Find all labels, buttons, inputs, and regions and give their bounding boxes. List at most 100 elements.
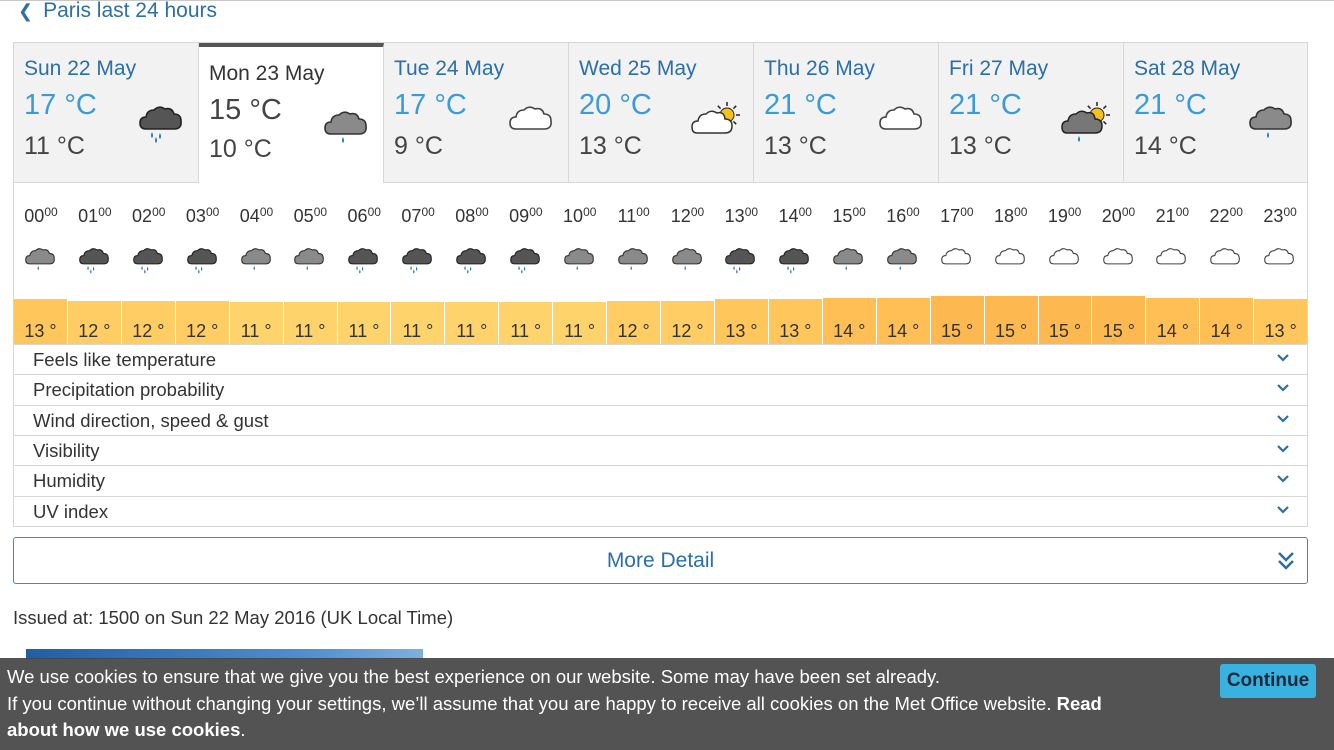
cookie-text-line2: If you continue without changing your se… [7, 693, 1102, 715]
heavy-rain-cloud-icon [136, 99, 188, 145]
section-toggle[interactable]: Wind direction, speed & gust [14, 405, 1307, 435]
day-tab-date: Wed 25 May [579, 57, 697, 80]
hour-label-minutes: 00 [152, 205, 166, 219]
hour-label: 1900 [1038, 205, 1092, 227]
hour-label-hours: 21 [1155, 206, 1176, 226]
cloud-icon [876, 99, 928, 145]
hour-label-minutes: 00 [259, 205, 274, 219]
cookie-read-link-part2[interactable]: about how we use cookies [7, 719, 240, 740]
light-rain-cloud-icon [21, 243, 61, 275]
day-tab-date: Fri 27 May [949, 57, 1049, 80]
hour-temperature: 12 ° [175, 300, 229, 344]
hour-label-minutes: 00 [529, 205, 543, 219]
cookie-banner: We use cookies to ensure that we give yo… [0, 658, 1334, 750]
day-tab[interactable]: Sun 22 May 17 °C 11 °C [14, 43, 199, 183]
hour-label-minutes: 00 [690, 205, 705, 219]
hour-temperature: 14 ° [1200, 297, 1254, 344]
hour-label-hours: 08 [455, 206, 476, 226]
day-tab-high-temp: 21 °C [949, 89, 1022, 121]
heavy-rain-cloud-icon [183, 243, 223, 275]
hour-column: 0400 [230, 183, 284, 298]
hour-label: 2100 [1145, 205, 1199, 227]
hour-label-minutes: 00 [1121, 205, 1136, 219]
hour-temperature: 15 ° [930, 296, 984, 344]
back-link[interactable]: ❮ Paris last 24 hours [18, 0, 217, 24]
hour-label-hours: 02 [132, 206, 153, 226]
hour-label: 1100 [607, 205, 661, 227]
hour-temperature: 13 ° [714, 299, 768, 344]
light-rain-cloud-icon [614, 243, 654, 275]
cloud-icon [506, 99, 558, 145]
section-toggle[interactable]: UV index [14, 496, 1307, 526]
day-tab-high-temp: 17 °C [24, 89, 97, 121]
day-tab-date: Thu 26 May [764, 57, 875, 80]
day-tab-high-temp: 21 °C [764, 89, 837, 121]
hour-label: 0000 [14, 205, 68, 227]
hour-column: 1300 [714, 183, 768, 298]
hour-label-minutes: 00 [852, 205, 866, 219]
hour-label: 0900 [499, 205, 553, 227]
hour-label: 1500 [822, 205, 876, 227]
hour-label-hours: 23 [1263, 206, 1284, 226]
hour-column: 2200 [1199, 183, 1253, 298]
hour-label: 2000 [1092, 205, 1146, 227]
hour-label-hours: 03 [185, 206, 206, 226]
back-link-label: Paris last 24 hours [43, 0, 218, 22]
hour-temperature: 11 ° [283, 302, 337, 344]
hour-label-minutes: 00 [1175, 205, 1190, 219]
chevron-down-icon [1277, 475, 1289, 483]
section-toggle[interactable]: Visibility [14, 435, 1307, 465]
sun-rain-cloud-icon [1061, 99, 1113, 145]
hour-column: 0600 [337, 183, 391, 298]
hour-label-minutes: 00 [421, 205, 435, 219]
hour-temperature: 12 ° [661, 300, 714, 344]
hour-label: 0500 [283, 205, 337, 227]
day-tab[interactable]: Wed 25 May 20 °C 13 °C [569, 43, 754, 183]
cloud-icon [1045, 243, 1085, 275]
cloud-icon [1260, 243, 1300, 275]
day-tab[interactable]: Sat 28 May 21 °C 14 °C [1124, 43, 1307, 183]
hour-label-minutes: 00 [1283, 205, 1297, 219]
hour-column: 2100 [1145, 183, 1199, 298]
heavy-rain-cloud-icon [775, 243, 815, 275]
cookie-read-link-part1[interactable]: Read [1057, 693, 1102, 714]
cookie-text-line2-body: If you continue without changing your se… [7, 693, 1052, 714]
day-tab-high-temp: 15 °C [209, 94, 282, 126]
day-tab[interactable]: Mon 23 May 15 °C 10 °C [199, 43, 384, 183]
day-tab-low-temp: 10 °C [209, 135, 272, 163]
hour-label-minutes: 00 [798, 205, 812, 219]
day-tab-high-temp: 20 °C [579, 89, 652, 121]
light-rain-cloud-icon [1246, 99, 1298, 145]
section-label: Humidity [33, 469, 105, 491]
hour-column: 1000 [553, 183, 607, 298]
day-tab-date: Mon 23 May [209, 62, 325, 85]
section-toggle[interactable]: Precipitation probability [14, 374, 1307, 404]
hour-label-minutes: 00 [1229, 205, 1243, 219]
heavy-rain-cloud-icon [129, 243, 169, 275]
hour-column: 1600 [876, 183, 930, 298]
hour-label-hours: 01 [78, 206, 99, 226]
hour-label: 1300 [714, 205, 768, 227]
day-tab[interactable]: Fri 27 May 21 °C 13 °C [939, 43, 1124, 183]
heavy-rain-cloud-icon [398, 243, 438, 275]
cookie-text-line3: about how we use cookies. [7, 719, 246, 741]
hour-label-minutes: 00 [960, 205, 974, 219]
hour-label-hours: 00 [24, 206, 45, 226]
hour-label-minutes: 00 [205, 205, 220, 219]
section-toggle[interactable]: Feels like temperature [14, 344, 1307, 374]
cookie-text-end: . [240, 719, 246, 740]
cloud-icon [1099, 243, 1139, 275]
section-toggle[interactable]: Humidity [14, 465, 1307, 495]
forecast-panel: Sun 22 May 17 °C 11 °C Mon 23 May 15 °C 10 °C… [13, 42, 1308, 527]
heavy-rain-cloud-icon [75, 243, 115, 275]
continue-button[interactable]: Continue [1220, 664, 1316, 698]
hour-column: 0100 [68, 183, 122, 298]
more-detail-button[interactable]: More Detail [13, 537, 1308, 584]
hour-label-hours: 04 [239, 206, 260, 226]
hour-label-minutes: 00 [583, 205, 597, 219]
hour-temperature: 11 ° [445, 302, 499, 344]
day-tab[interactable]: Tue 24 May 17 °C 9 °C [384, 43, 569, 183]
hour-label-minutes: 00 [98, 205, 112, 219]
day-tab[interactable]: Thu 26 May 21 °C 13 °C [754, 43, 939, 183]
light-rain-cloud-icon [290, 243, 330, 275]
